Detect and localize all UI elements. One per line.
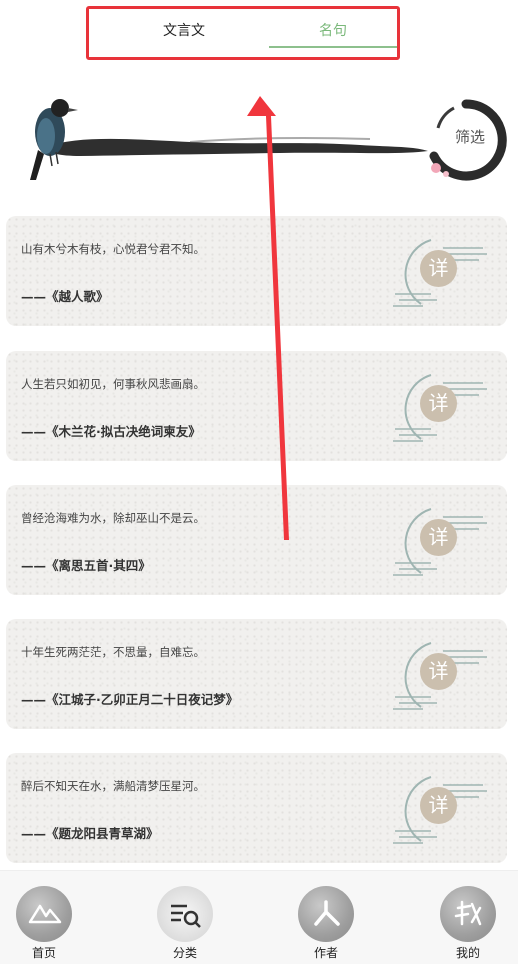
quote-text: 十年生死两茫茫，不思量，自难忘。: [21, 645, 205, 659]
quote-text: 醉后不知天在水，满船清梦压星河。: [21, 779, 205, 793]
detail-button[interactable]: 详: [420, 385, 457, 422]
ink-brush-stroke: [44, 137, 428, 156]
quote-card[interactable]: 人生若只如初见，何事秋风悲画扇。 ——《木兰花·拟古决绝词柬友》 详: [6, 351, 507, 461]
nav-label-me: 我的: [455, 946, 480, 960]
detail-button[interactable]: 详: [420, 787, 457, 824]
quote-card[interactable]: 曾经沧海难为水，除却巫山不是云。 ——《离思五首·其四》 详: [6, 485, 507, 595]
bird-illustration: [30, 99, 78, 180]
quote-source: ——《越人歌》: [21, 289, 109, 304]
detail-button[interactable]: 详: [420, 519, 457, 556]
quote-card[interactable]: 醉后不知天在水，满船清梦压星河。 ——《题龙阳县青草湖》 详: [6, 753, 507, 863]
quote-source: ——《木兰花·拟古决绝词柬友》: [21, 424, 201, 439]
nav-item-me[interactable]: 我的: [433, 886, 503, 961]
nav-item-home[interactable]: 首页: [9, 886, 79, 961]
detail-button[interactable]: 详: [420, 250, 457, 287]
ink-banner: 筛选: [0, 86, 518, 196]
person-icon: [298, 886, 354, 942]
category-search-icon: [157, 886, 213, 942]
me-icon: [440, 886, 496, 942]
quote-card[interactable]: 山有木兮木有枝，心悦君兮君不知。 ——《越人歌》 详: [6, 216, 507, 326]
tab-classical-prose[interactable]: 文言文: [101, 9, 267, 57]
quote-text: 人生若只如初见，何事秋风悲画扇。: [21, 377, 205, 391]
quote-card[interactable]: 十年生死两茫茫，不思量，自难忘。 ——《江城子·乙卯正月二十日夜记梦》 详: [6, 619, 507, 729]
mountain-icon: [16, 886, 72, 942]
filter-button[interactable]: 筛选: [424, 98, 508, 182]
quote-text: 山有木兮木有枝，心悦君兮君不知。: [21, 242, 205, 256]
quote-source: ——《题龙阳县青草湖》: [21, 826, 159, 841]
nav-item-author[interactable]: 作者: [291, 886, 361, 961]
quote-source: ——《离思五首·其四》: [21, 558, 151, 573]
nav-label-author: 作者: [313, 946, 338, 960]
quote-source: ——《江城子·乙卯正月二十日夜记梦》: [21, 692, 239, 707]
nav-label-home: 首页: [31, 946, 56, 960]
detail-button[interactable]: 详: [420, 653, 457, 690]
tab-famous-quotes[interactable]: 名句: [269, 9, 397, 57]
top-tab-bar: 文言文 名句: [86, 6, 400, 60]
nav-item-category[interactable]: 分类: [150, 886, 220, 961]
nav-label-category: 分类: [172, 946, 197, 960]
bottom-nav: 首页 分类 作者 我的: [0, 870, 518, 964]
quote-text: 曾经沧海难为水，除却巫山不是云。: [21, 511, 205, 525]
filter-label: 筛选: [454, 128, 485, 146]
